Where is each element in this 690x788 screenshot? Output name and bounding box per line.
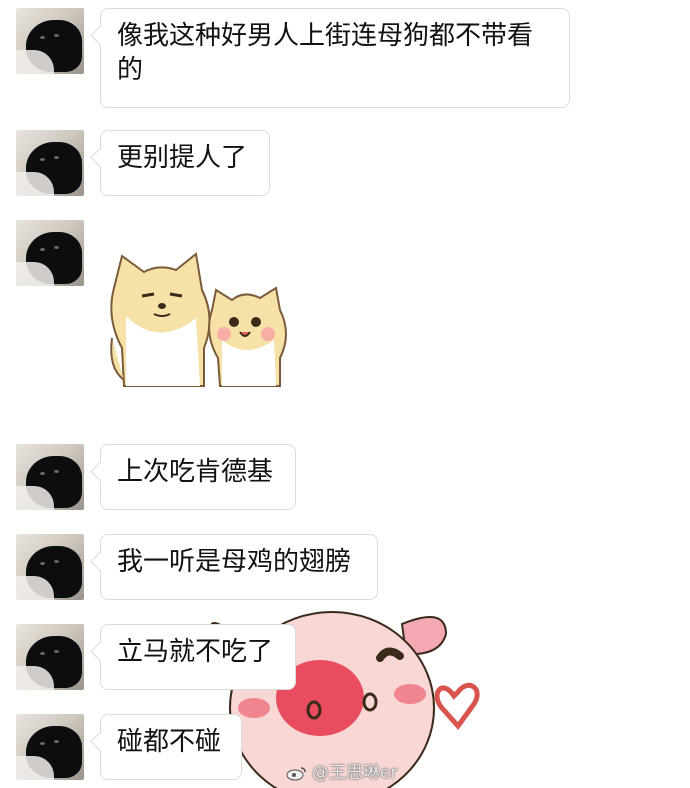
message-text: 更别提人了	[117, 143, 248, 173]
message-bubble[interactable]: 碰都不碰	[100, 714, 242, 780]
message-text: 碰都不碰	[117, 727, 222, 757]
message-bubble[interactable]: 像我这种好男人上街连母狗都不带看的	[100, 8, 570, 108]
message-text: 我一听是母鸡的翅膀	[117, 547, 352, 577]
sender-avatar[interactable]	[16, 624, 84, 690]
sender-avatar[interactable]	[16, 534, 84, 600]
weibo-watermark: @王思琳er	[286, 758, 397, 783]
message-text: 立马就不吃了	[117, 637, 274, 667]
sender-avatar[interactable]	[16, 220, 84, 286]
message-bubble[interactable]: 上次吃肯德基	[100, 444, 296, 510]
sender-avatar[interactable]	[16, 714, 84, 780]
message-bubble[interactable]: 更别提人了	[100, 130, 270, 196]
message-bubble[interactable]: 立马就不吃了	[100, 624, 296, 690]
message-text: 上次吃肯德基	[117, 457, 274, 487]
message-text: 像我这种好男人上街连母狗都不带看的	[117, 21, 534, 85]
sender-avatar[interactable]	[16, 8, 84, 74]
message-bubble[interactable]: 我一听是母鸡的翅膀	[100, 534, 378, 600]
two-shiba-dogs-sticker[interactable]	[104, 248, 294, 393]
weibo-icon	[286, 767, 306, 781]
sender-avatar[interactable]	[16, 444, 84, 510]
sender-avatar[interactable]	[16, 130, 84, 196]
watermark-name: 王思琳er	[329, 763, 398, 783]
watermark-at: @	[312, 763, 329, 783]
